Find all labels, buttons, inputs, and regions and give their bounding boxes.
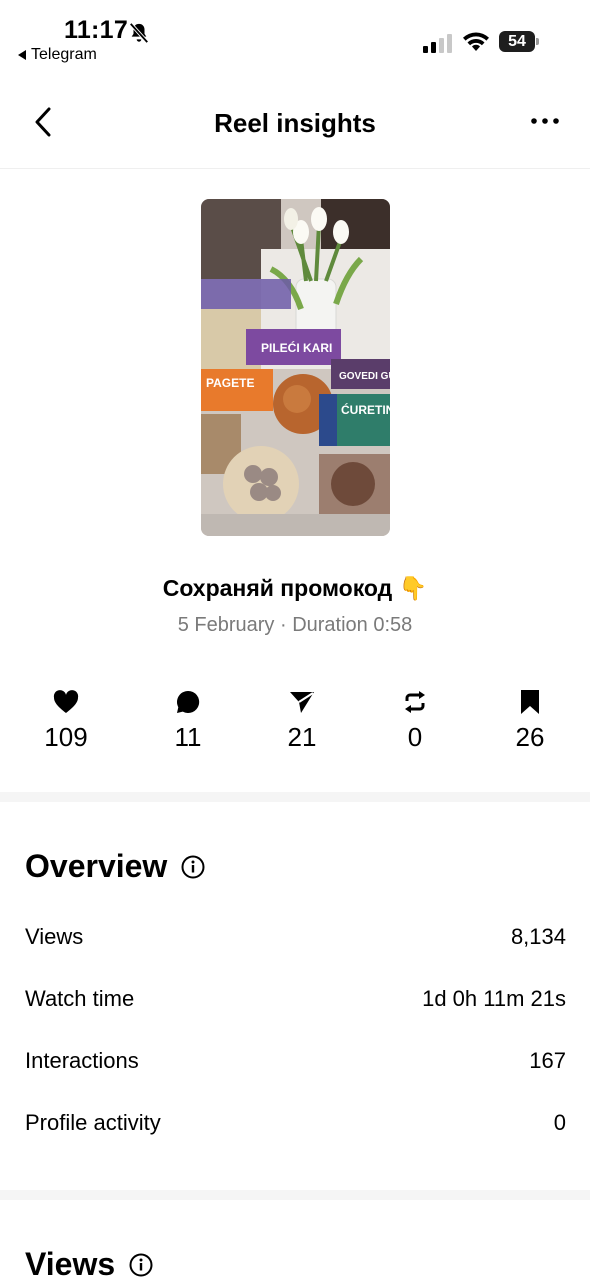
thumb-label-3: PAGETE <box>206 376 254 390</box>
status-time: 11:17 <box>64 16 129 44</box>
thumb-label-1: PILEĆI KARI <box>261 340 332 355</box>
overview-title: Overview <box>25 848 168 884</box>
likes-stat: 109 <box>16 688 116 753</box>
heart-icon <box>53 690 79 713</box>
views-title: Views <box>25 1246 116 1280</box>
shares-count: 21 <box>287 722 317 752</box>
section-divider <box>0 792 590 802</box>
overview-row-interactions: Interactions 167 <box>25 1048 566 1074</box>
saves-stat: 26 <box>480 688 580 753</box>
thumb-label-2: GOVEDI GU <box>339 371 390 382</box>
saves-count: 26 <box>515 722 545 752</box>
wifi-icon <box>463 32 489 51</box>
section-divider <box>0 1190 590 1200</box>
shares-stat: 21 <box>252 688 352 753</box>
page-title: Reel insights <box>214 108 376 138</box>
row-value: 167 <box>529 1048 566 1073</box>
reel-caption: Сохраняй промокод 👇 <box>162 575 428 601</box>
overview-heading: Overview <box>25 848 205 885</box>
comments-count: 11 <box>174 722 202 752</box>
more-options-icon[interactable] <box>530 116 560 126</box>
repost-icon <box>405 691 425 713</box>
battery-level: 54 <box>499 31 535 52</box>
reel-thumbnail[interactable]: PILEĆI KARI GOVEDI GU PAGETE ĆURETIN <box>201 199 390 536</box>
row-label: Profile activity <box>25 1110 161 1135</box>
send-icon <box>290 692 314 713</box>
info-icon[interactable] <box>129 1253 153 1277</box>
info-icon[interactable] <box>181 855 205 879</box>
row-value: 0 <box>553 1110 566 1135</box>
row-label: Views <box>25 924 84 949</box>
comments-stat: 11 <box>138 688 238 753</box>
reel-date: 5 February <box>177 614 275 636</box>
overview-row-watch-time: Watch time 1d 0h 11m 21s <box>25 986 566 1012</box>
overview-row-views: Views 8,134 <box>25 924 566 950</box>
reposts-count: 0 <box>407 722 423 752</box>
header-divider <box>0 168 590 169</box>
battery-indicator: 54 <box>499 31 539 52</box>
reel-duration: Duration 0:58 <box>292 614 413 636</box>
back-triangle-icon <box>18 50 26 60</box>
thumb-label-4: ĆURETIN <box>341 402 390 417</box>
cellular-signal-icon <box>423 33 452 53</box>
status-bar: 11:17 Telegram 54 <box>0 0 590 70</box>
likes-count: 109 <box>44 722 88 752</box>
reposts-stat: 0 <box>365 688 465 753</box>
reel-meta: 5 February · Duration 0:58 <box>177 614 413 636</box>
row-value: 8,134 <box>510 924 566 949</box>
row-label: Interactions <box>25 1048 139 1073</box>
row-label: Watch time <box>25 986 135 1011</box>
overview-row-profile-activity: Profile activity 0 <box>25 1110 566 1136</box>
views-heading: Views <box>25 1246 153 1280</box>
back-to-app-link[interactable]: Telegram <box>18 46 97 64</box>
bookmark-icon <box>521 690 539 714</box>
bell-muted-icon <box>129 22 149 44</box>
nav-header: Reel insights <box>0 88 590 158</box>
row-value: 1d 0h 11m 21s <box>422 986 566 1011</box>
back-app-label: Telegram <box>31 46 97 63</box>
comment-bubble-icon <box>176 690 200 713</box>
